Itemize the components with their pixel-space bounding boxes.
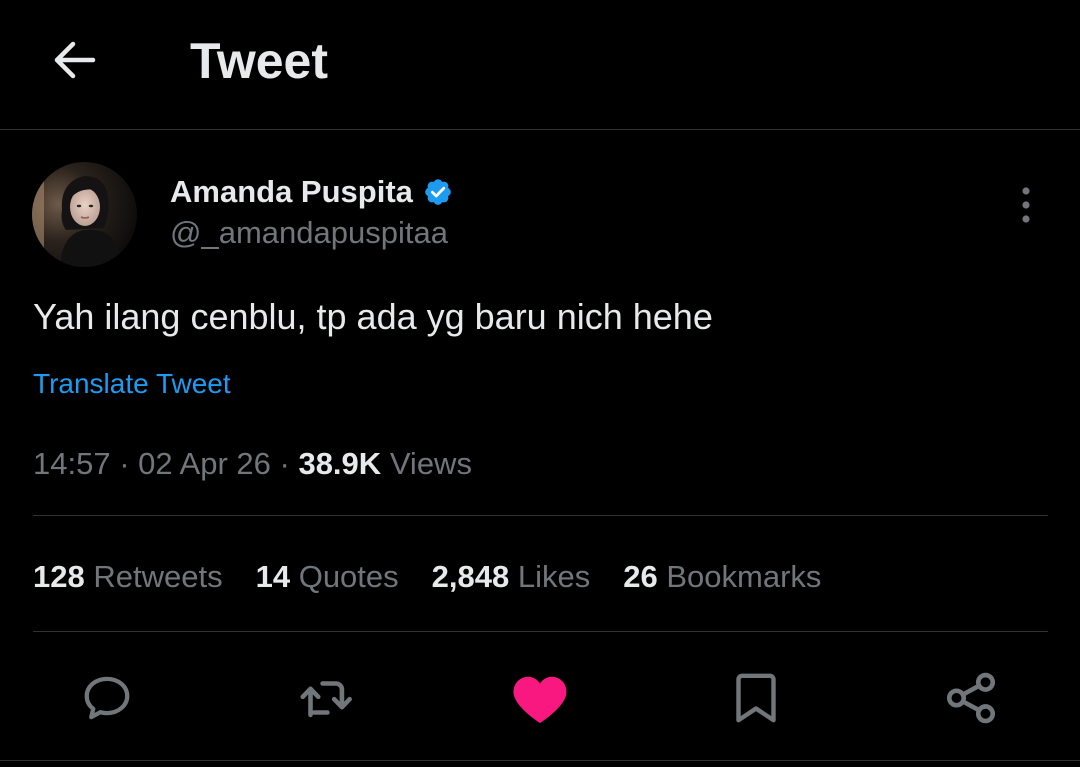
translate-tweet-link[interactable]: Translate Tweet xyxy=(33,366,231,402)
like-button[interactable] xyxy=(510,668,570,728)
stat-count: 14 xyxy=(255,559,291,594)
meta-separator: · xyxy=(279,446,290,481)
heart-filled-icon xyxy=(513,676,567,723)
verified-badge-icon xyxy=(423,177,453,207)
stat-count: 26 xyxy=(623,559,658,594)
divider xyxy=(33,515,1048,516)
author-name-text: Amanda Puspita xyxy=(170,174,413,209)
back-button[interactable] xyxy=(44,30,104,90)
tweet-date[interactable]: 02 Apr 26 xyxy=(138,446,271,481)
app-header: Tweet xyxy=(0,0,1080,130)
stat-retweets[interactable]: 128 Retweets xyxy=(33,557,223,597)
bookmark-button[interactable] xyxy=(726,668,786,728)
stat-label: Retweets xyxy=(93,559,223,594)
stat-label: Quotes xyxy=(298,559,399,594)
engagement-stats: 128 Retweets 14 Quotes 2,848 Likes 26 Bo… xyxy=(33,557,854,597)
reply-button[interactable] xyxy=(77,668,137,728)
reply-icon xyxy=(84,676,130,720)
stat-label: Bookmarks xyxy=(666,559,822,594)
meta-separator: · xyxy=(119,446,130,481)
stat-count: 2,848 xyxy=(431,559,510,594)
more-options-button[interactable] xyxy=(1004,180,1048,230)
avatar-image xyxy=(32,162,137,267)
retweet-button[interactable] xyxy=(295,668,355,728)
bookmark-icon xyxy=(736,673,776,723)
tweet-text: Yah ilang cenblu, tp ada yg baru nich he… xyxy=(33,296,713,337)
tweet-meta: 14:57 · 02 Apr 26 · 38.9K Views xyxy=(33,444,472,484)
avatar[interactable] xyxy=(32,162,137,267)
stat-likes[interactable]: 2,848 Likes xyxy=(432,557,591,597)
stat-bookmarks[interactable]: 26 Bookmarks xyxy=(623,557,821,597)
views-count: 38.9K xyxy=(298,446,382,481)
stat-label: Likes xyxy=(517,559,591,594)
author-name[interactable]: Amanda Puspita xyxy=(170,172,453,212)
share-button[interactable] xyxy=(941,668,1001,728)
author-handle[interactable]: @_amandapuspitaa xyxy=(170,214,448,252)
divider xyxy=(0,760,1080,761)
stat-count: 128 xyxy=(33,559,85,594)
stat-quotes[interactable]: 14 Quotes xyxy=(256,557,399,597)
arrow-left-icon xyxy=(54,41,96,79)
page-title: Tweet xyxy=(190,33,328,89)
retweet-icon xyxy=(300,681,352,718)
divider xyxy=(33,631,1048,632)
more-vertical-icon xyxy=(1022,187,1030,223)
views-label: Views xyxy=(389,446,472,481)
share-icon xyxy=(946,672,996,724)
tweet-time[interactable]: 14:57 xyxy=(33,446,111,481)
